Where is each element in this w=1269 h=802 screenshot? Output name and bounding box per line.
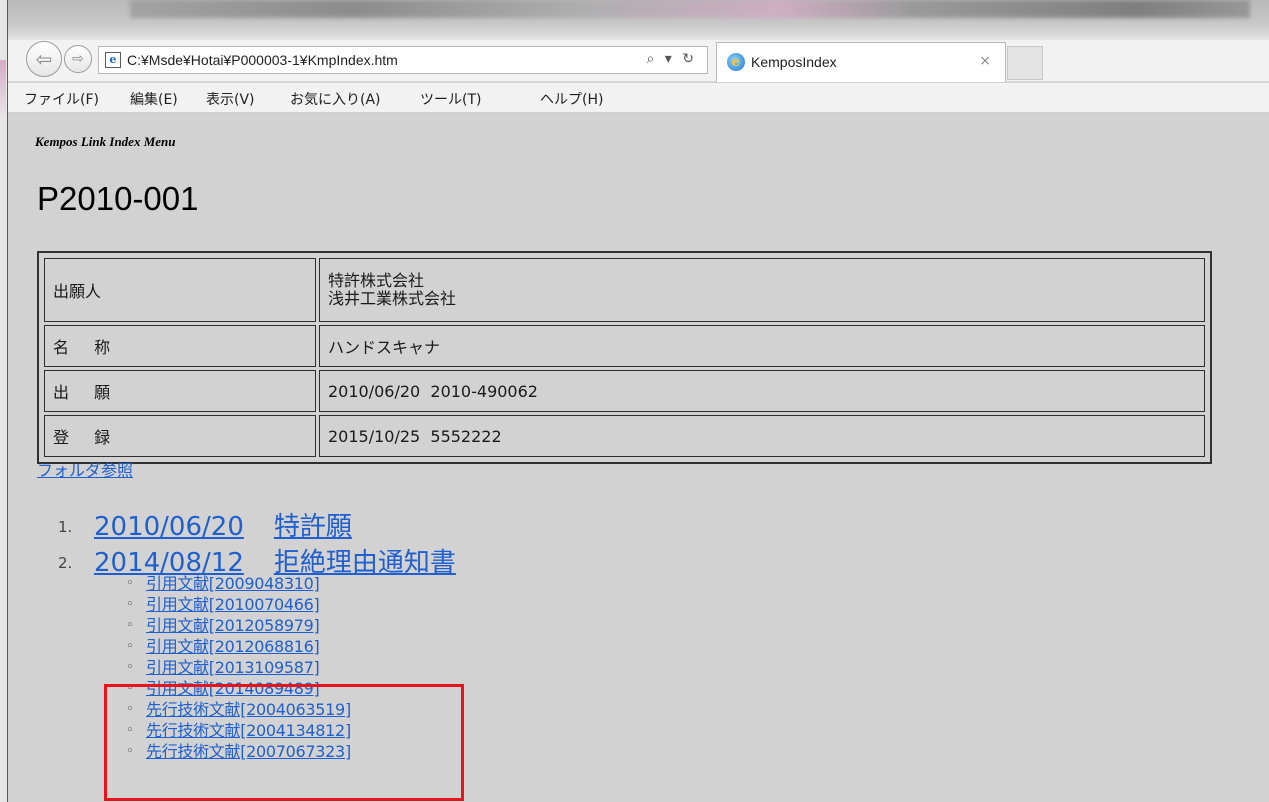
- ie-page-icon: e: [105, 52, 121, 68]
- bullet: ◦: [126, 639, 134, 654]
- menu-file[interactable]: ファイル(F): [24, 89, 99, 109]
- bullet: ◦: [126, 597, 134, 612]
- applicant-name: 特許株式会社: [328, 271, 425, 290]
- list-number: 2.: [58, 554, 73, 572]
- title-value: ハンドスキャナ: [319, 325, 1205, 367]
- table-row: 出願人 特許株式会社 浅井工業株式会社: [44, 258, 1205, 322]
- search-refresh-icon[interactable]: ⌕ ▾ ↻: [647, 51, 698, 67]
- tab-title: KemposIndex: [751, 54, 837, 70]
- browser-navbar: ⇦ ⇨ e C:¥Msde¥Hotai¥P000003-1¥KmpIndex.h…: [8, 40, 1269, 82]
- menu-bar: ファイル(F) 編集(E) 表示(V) お気に入り(A) ツール(T) ヘルプ(…: [8, 83, 1269, 113]
- address-url[interactable]: C:¥Msde¥Hotai¥P000003-1¥KmpIndex.htm: [127, 52, 398, 68]
- applicant-name: 浅井工業株式会社: [328, 289, 457, 308]
- highlight-box: [104, 684, 464, 801]
- window-left-frame: [0, 0, 8, 802]
- titlebar-blur: [130, 0, 1250, 18]
- address-bar[interactable]: e C:¥Msde¥Hotai¥P000003-1¥KmpIndex.htm ⌕…: [98, 46, 708, 74]
- citation-link[interactable]: 引用文献[2013109587]: [146, 658, 320, 678]
- folder-reference-link[interactable]: フォルダ参照: [37, 457, 133, 481]
- bullet: ◦: [126, 576, 134, 591]
- document-title: 特許願: [273, 512, 352, 542]
- document-link-patent-application[interactable]: 2010/06/20 特許願: [94, 506, 352, 543]
- bullet: ◦: [126, 660, 134, 675]
- forward-button[interactable]: ⇨: [64, 45, 92, 73]
- registration-label: 登 録: [44, 415, 316, 457]
- menu-tools[interactable]: ツール(T): [420, 89, 481, 109]
- filing-value: 2010/06/20 2010-490062: [319, 370, 1205, 412]
- back-button[interactable]: ⇦: [26, 41, 62, 77]
- table-row: 登 録 2015/10/25 5552222: [44, 415, 1205, 457]
- citation-link[interactable]: 引用文献[2010070466]: [146, 595, 320, 615]
- title-label: 名 称: [44, 325, 316, 367]
- filing-label: 出 願: [44, 370, 316, 412]
- page-content: Kempos Link Index Menu P2010-001 出願人 特許株…: [8, 114, 1269, 802]
- applicant-label: 出願人: [44, 258, 316, 322]
- citation-link[interactable]: 引用文献[2012068816]: [146, 637, 320, 657]
- tab-kemposindex[interactable]: e KemposIndex ×: [716, 42, 1006, 82]
- menu-edit[interactable]: 編集(E): [130, 89, 178, 109]
- menu-view[interactable]: 表示(V): [206, 89, 255, 109]
- ie-tab-icon: e: [727, 53, 745, 71]
- list-number: 1.: [58, 518, 73, 536]
- citation-link[interactable]: 引用文献[2009048310]: [146, 574, 320, 594]
- applicant-value: 特許株式会社 浅井工業株式会社: [319, 258, 1205, 322]
- menu-favorites[interactable]: お気に入り(A): [290, 89, 381, 109]
- page-title: P2010-001: [37, 180, 199, 217]
- table-row: 出 願 2010/06/20 2010-490062: [44, 370, 1205, 412]
- bullet: ◦: [126, 618, 134, 633]
- document-date: 2010/06/20: [94, 512, 244, 542]
- close-tab-icon[interactable]: ×: [979, 53, 991, 69]
- registration-value: 2015/10/25 5552222: [319, 415, 1205, 457]
- table-row: 名 称 ハンドスキャナ: [44, 325, 1205, 367]
- menu-help[interactable]: ヘルプ(H): [540, 89, 603, 109]
- page-subtitle: Kempos Link Index Menu: [35, 134, 176, 149]
- citation-link[interactable]: 引用文献[2012058979]: [146, 616, 320, 636]
- case-info-table: 出願人 特許株式会社 浅井工業株式会社 名 称 ハンドスキャナ 出 願 2010…: [37, 251, 1212, 464]
- new-tab-button[interactable]: [1007, 46, 1043, 80]
